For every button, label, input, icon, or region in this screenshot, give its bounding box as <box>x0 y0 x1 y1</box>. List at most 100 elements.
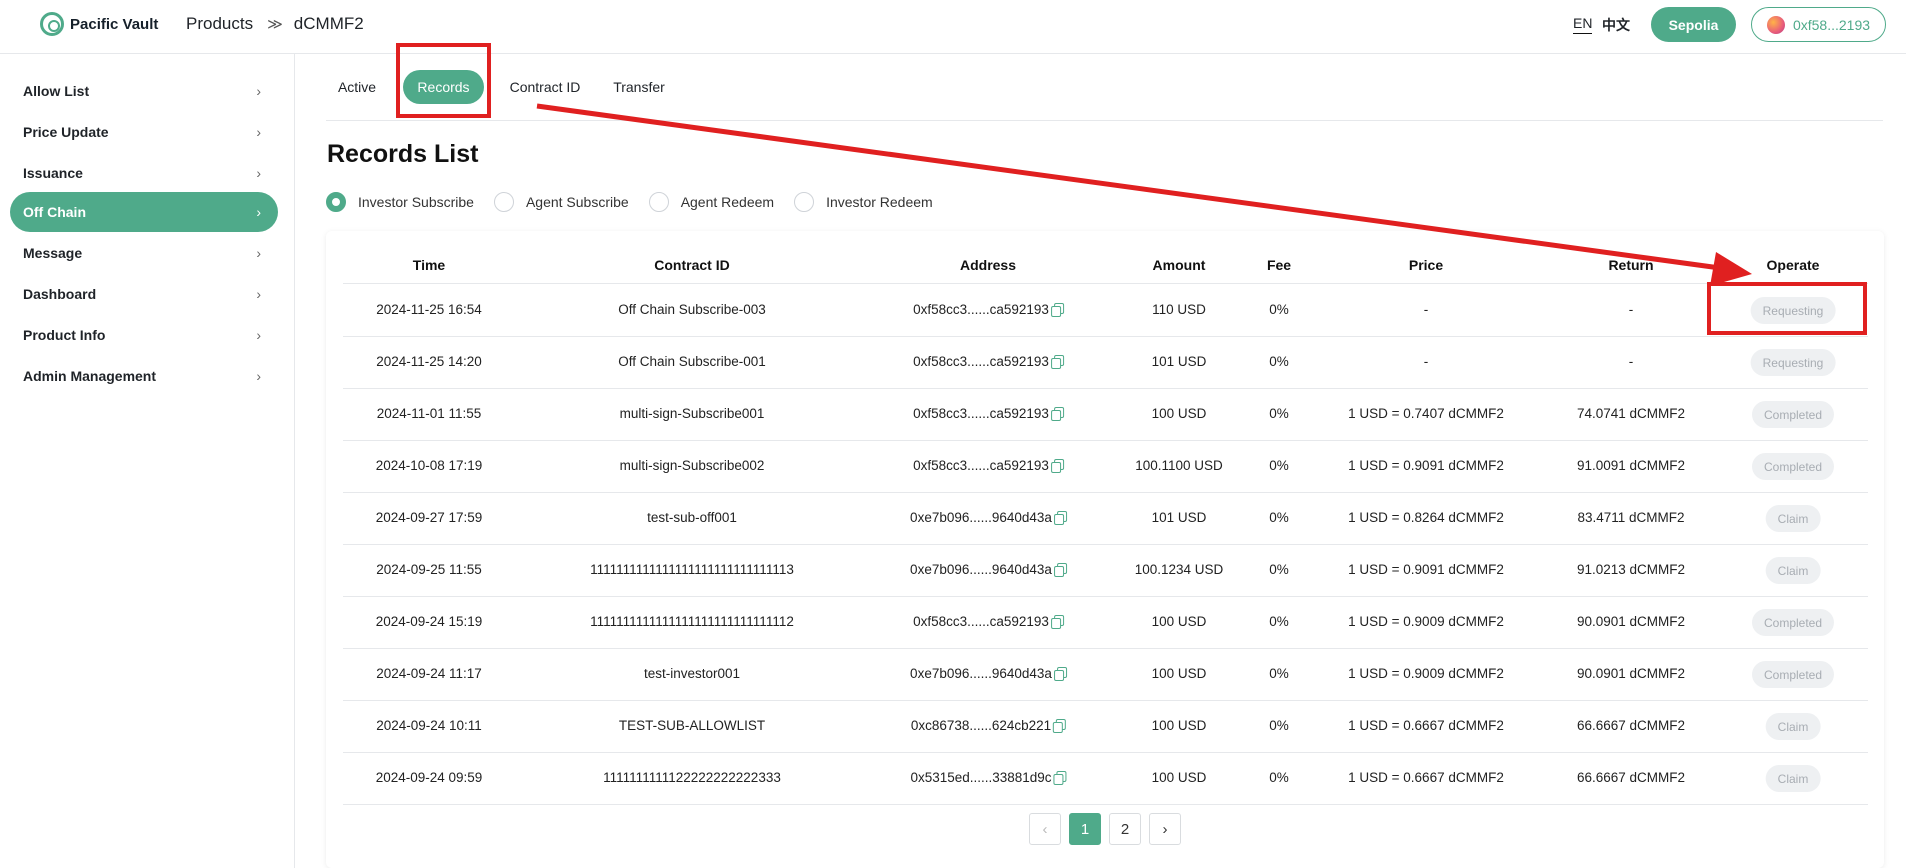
operate-button[interactable]: Completed <box>1751 401 1835 428</box>
chevron-right-icon: › <box>256 245 261 261</box>
operate-button[interactable]: Claim <box>1765 557 1821 584</box>
copy-icon[interactable] <box>1050 615 1064 629</box>
cell-price: 1 USD = 0.6667 dCMMF2 <box>1348 718 1504 733</box>
copy-icon[interactable] <box>1053 563 1067 577</box>
column-header-contract-id: Contract ID <box>654 257 730 273</box>
cell-fee: 0% <box>1269 666 1289 681</box>
lang-en-option[interactable]: EN <box>1573 15 1593 34</box>
annotation-box-operate <box>1707 282 1867 335</box>
sidebar-item-allow-list[interactable]: Allow List › <box>10 71 278 111</box>
copy-icon[interactable] <box>1053 719 1067 733</box>
chevron-right-icon: › <box>256 368 261 384</box>
cell-return: 91.0213 dCMMF2 <box>1576 562 1686 577</box>
logo-icon <box>40 12 64 36</box>
sidebar-item-dashboard[interactable]: Dashboard › <box>10 274 278 314</box>
cell-return: 83.4711 dCMMF2 <box>1577 510 1685 525</box>
column-header-amount: Amount <box>1152 257 1206 273</box>
copy-icon[interactable] <box>1053 771 1067 785</box>
filter-investor-subscribe[interactable]: Investor Subscribe <box>326 192 474 212</box>
cell-return: 74.0741 dCMMF2 <box>1576 406 1686 421</box>
radio-unchecked-icon <box>648 192 669 212</box>
cell-address: 0x5315ed......33881d9c <box>910 770 1067 785</box>
table-row: 2024-09-24 09:59 111111111112222222222233… <box>343 753 1868 805</box>
filter-agent-subscribe[interactable]: Agent Subscribe <box>493 192 629 212</box>
operate-button[interactable]: Claim <box>1765 505 1821 532</box>
copy-icon[interactable] <box>1050 303 1064 317</box>
sidebar-item-price-update[interactable]: Price Update › <box>10 112 278 152</box>
cell-time: 2024-11-25 14:20 <box>376 354 482 369</box>
wallet-button[interactable]: 0xf58...2193 <box>1751 7 1886 42</box>
network-button[interactable]: Sepolia <box>1651 7 1736 42</box>
operate-button[interactable]: Completed <box>1751 661 1835 688</box>
cell-time: 2024-09-24 11:17 <box>376 666 482 681</box>
pagination-page-2[interactable]: 2 <box>1109 813 1141 845</box>
operate-button[interactable]: Completed <box>1751 453 1835 480</box>
cell-address: 0xf58cc3......ca592193 <box>913 614 1064 629</box>
sidebar-item-product-info[interactable]: Product Info › <box>10 315 278 355</box>
lang-zh-option[interactable]: 中文 <box>1602 15 1630 35</box>
table-row: 2024-11-25 16:54 Off Chain Subscribe-003 1… <box>343 285 1868 337</box>
cell-address: 0xf58cc3......ca592193 <box>913 458 1064 473</box>
table-row: 2024-11-25 14:20 Off Chain Subscribe-001 1… <box>343 337 1868 389</box>
sidebar-item-issuance[interactable]: Issuance › <box>10 153 278 193</box>
copy-icon[interactable] <box>1050 459 1064 473</box>
cell-address: 0xe7b096......9640d43a <box>910 666 1067 681</box>
cell-amount: 100 USD <box>1151 614 1207 629</box>
sidebar-item-message[interactable]: Message › <box>10 233 278 273</box>
table-row: 2024-09-24 11:17 test-investor001 100 USD 0… <box>343 649 1868 701</box>
breadcrumb-product: dCMMF2 <box>293 14 364 33</box>
cell-price: 1 USD = 0.9009 dCMMF2 <box>1348 666 1504 681</box>
filter-investor-redeem[interactable]: Investor Redeem <box>794 192 933 212</box>
sidebar-item-off-chain[interactable]: Off Chain › <box>10 192 278 232</box>
table-header: Time Contract ID Address Amount Fee Pric… <box>343 250 1868 284</box>
tab-transfer[interactable]: Transfer <box>610 70 668 104</box>
table-row: 2024-09-27 17:59 test-sub-off001 101 USD 0%… <box>343 493 1868 545</box>
copy-icon[interactable] <box>1050 407 1064 421</box>
pagination-prev-button[interactable]: ‹ <box>1029 813 1061 845</box>
tab-contract-id[interactable]: Contract ID <box>502 70 588 104</box>
tab-bar: Active Records Contract ID Transfer <box>326 64 1883 121</box>
column-header-price: Price <box>1408 257 1444 273</box>
address-text: 0xc86738......624cb221 <box>910 718 1052 733</box>
breadcrumb-separator-icon: ≫ <box>267 16 283 33</box>
tab-active[interactable]: Active <box>332 70 382 104</box>
column-header-time: Time <box>412 257 446 273</box>
filter-agent-redeem[interactable]: Agent Redeem <box>648 192 774 212</box>
copy-icon[interactable] <box>1053 667 1067 681</box>
column-header-address: Address <box>959 257 1017 273</box>
address-text: 0xf58cc3......ca592193 <box>913 458 1049 473</box>
cell-price: 1 USD = 0.7407 dCMMF2 <box>1348 406 1504 421</box>
cell-price: 1 USD = 0.9009 dCMMF2 <box>1348 614 1504 629</box>
address-text: 0xe7b096......9640d43a <box>910 510 1052 525</box>
address-text: 0x5315ed......33881d9c <box>910 770 1052 785</box>
address-text: 0xe7b096......9640d43a <box>910 562 1052 577</box>
operate-button[interactable]: Claim <box>1765 713 1821 740</box>
cell-amount: 110 USD <box>1152 302 1206 317</box>
copy-icon[interactable] <box>1053 511 1067 525</box>
page-title: Records List <box>327 140 479 168</box>
cell-contract-id: multi-sign-Subscribe001 <box>619 406 765 421</box>
cell-contract-id: Off Chain Subscribe-003 <box>618 302 766 317</box>
pagination-page-1[interactable]: 1 <box>1069 813 1101 845</box>
pagination-next-button[interactable]: › <box>1149 813 1181 845</box>
brand-logo[interactable]: Pacific Vault <box>40 12 158 36</box>
cell-address: 0xf58cc3......ca592193 <box>913 354 1064 369</box>
cell-contract-id: Off Chain Subscribe-001 <box>618 354 766 369</box>
cell-address: 0xc86738......624cb221 <box>910 718 1067 733</box>
breadcrumb: Products ≫ dCMMF2 <box>186 14 364 34</box>
table-row: 2024-09-25 11:55 111111111111111111111111… <box>343 545 1868 597</box>
copy-icon[interactable] <box>1050 355 1064 369</box>
cell-amount: 101 USD <box>1151 510 1207 525</box>
cell-fee: 0% <box>1269 302 1289 317</box>
cell-return: 90.0901 dCMMF2 <box>1576 666 1686 681</box>
cell-fee: 0% <box>1269 562 1289 577</box>
table-row: 2024-09-24 10:11 TEST-SUB-ALLOWLIST 100 US… <box>343 701 1868 753</box>
sidebar-item-admin-management[interactable]: Admin Management › <box>10 356 278 396</box>
top-header: Pacific Vault Products ≫ dCMMF2 EN 中文 Se… <box>0 0 1906 54</box>
breadcrumb-products[interactable]: Products <box>186 14 253 34</box>
operate-button[interactable]: Completed <box>1751 609 1835 636</box>
operate-button[interactable]: Claim <box>1765 765 1821 792</box>
chevron-right-icon: › <box>256 327 261 343</box>
cell-fee: 0% <box>1269 718 1289 733</box>
operate-button[interactable]: Requesting <box>1750 349 1836 376</box>
